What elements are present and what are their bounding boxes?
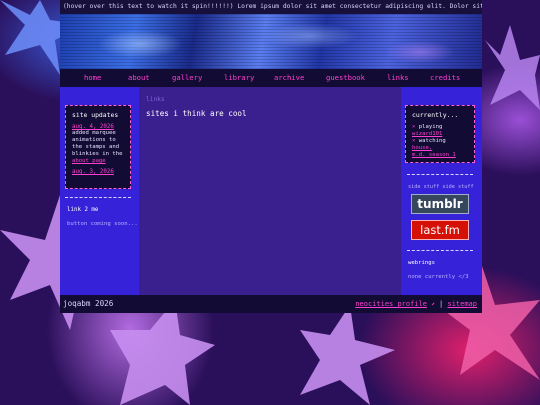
main-content: links sites i think are cool	[139, 87, 401, 295]
nav-archive[interactable]: archive	[274, 69, 304, 87]
wizard101-link[interactable]: wizard101	[412, 131, 442, 137]
lastfm-button[interactable]: last.fm	[411, 220, 469, 240]
nav-links[interactable]: links	[387, 69, 409, 87]
nav-about[interactable]: about	[128, 69, 150, 87]
footer-links: neocities profile ⬈ | sitemap	[355, 295, 477, 314]
update-date-2[interactable]: aug. 3, 2026	[72, 169, 124, 175]
update-text-1-body: added marquee animations to the stamps a…	[72, 130, 123, 157]
house-season-link[interactable]: m.d. season 1	[412, 152, 456, 158]
webrings-text: none currently </3	[408, 274, 469, 280]
divider	[65, 197, 131, 198]
site-container: (hover over this text to watch it spin!!…	[60, 0, 482, 313]
side-stuff-text: side stuff side stuff	[408, 184, 474, 190]
bullet-icon: ×	[412, 124, 416, 130]
watching-label: watching	[418, 138, 446, 144]
breadcrumb: links	[146, 96, 165, 103]
webrings-title: webrings	[408, 260, 435, 266]
banner-glow	[60, 14, 482, 69]
site-updates-title: site updates	[72, 111, 119, 119]
external-link-icon: ⬈	[431, 301, 435, 308]
link-2-me-title: link 2 me	[67, 207, 99, 213]
footer-separator: |	[439, 300, 444, 308]
currently-title: currently...	[412, 111, 459, 119]
marquee-text[interactable]: (hover over this text to watch it spin!!…	[60, 0, 482, 14]
site-updates-box: site updates aug. 4, 2026 added marquee …	[65, 105, 131, 189]
tumblr-button[interactable]: tumblr	[411, 194, 469, 214]
star-shape	[110, 300, 215, 405]
nav-gallery[interactable]: gallery	[172, 69, 202, 87]
about-page-link[interactable]: about page	[72, 158, 106, 164]
header-banner	[60, 14, 482, 69]
currently-box: currently... × playing wizard101 × watch…	[405, 105, 475, 163]
star-shape	[485, 25, 540, 110]
neocities-profile-link[interactable]: neocities profile	[355, 300, 427, 308]
star-shape	[300, 305, 395, 405]
copyright: joqabm 2026	[63, 299, 114, 308]
update-text-1: added marquee animations to the stamps a…	[72, 130, 124, 165]
nav-library[interactable]: library	[224, 69, 254, 87]
right-sidebar: currently... × playing wizard101 × watch…	[401, 87, 482, 295]
page-title: sites i think are cool	[146, 109, 247, 118]
nav-bar: home about gallery library archive guest…	[60, 69, 482, 87]
playing-line: × playing wizard101	[412, 124, 468, 138]
footer: joqabm 2026 neocities profile ⬈ | sitema…	[60, 295, 482, 313]
nav-guestbook[interactable]: guestbook	[326, 69, 365, 87]
left-sidebar: site updates aug. 4, 2026 added marquee …	[60, 87, 139, 295]
playing-label: playing	[418, 124, 443, 130]
divider	[407, 174, 473, 175]
divider	[407, 250, 473, 251]
sitemap-link[interactable]: sitemap	[447, 300, 477, 308]
button-coming-soon: button coming soon...	[67, 221, 138, 227]
nav-credits[interactable]: credits	[430, 69, 460, 87]
nav-home[interactable]: home	[84, 69, 101, 87]
watching-line: × watching house, m.d. season 1	[412, 138, 468, 159]
house-link[interactable]: house,	[412, 145, 432, 151]
bullet-icon: ×	[412, 138, 416, 144]
